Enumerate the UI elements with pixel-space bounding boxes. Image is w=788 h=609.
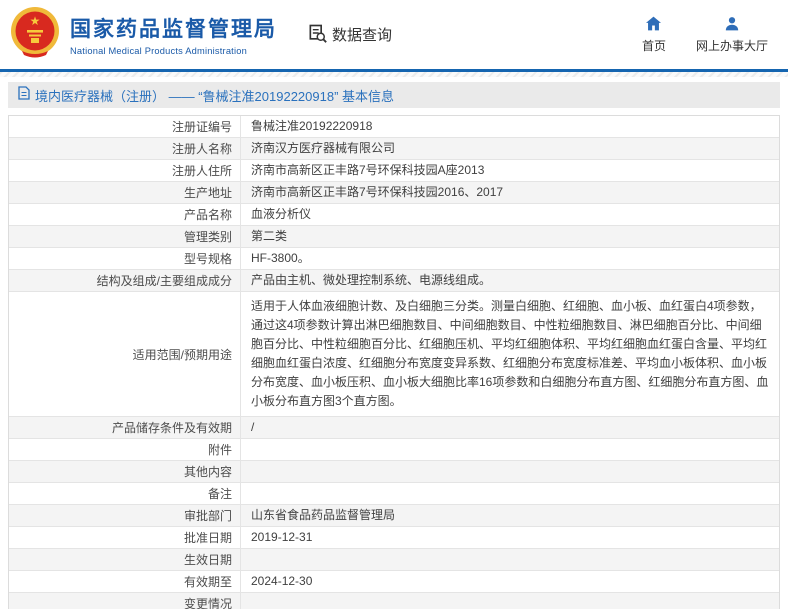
page-title: 境内医疗器械（注册） —— “鲁械注准20192220918” 基本信息 — [35, 86, 394, 105]
row-value: 山东省食品药品监督管理局 — [240, 505, 779, 526]
table-row: 备注 — [9, 483, 779, 505]
table-row: 有效期至 2024-12-30 — [9, 571, 779, 593]
row-value: 第二类 — [240, 226, 779, 247]
row-label: 适用范围/预期用途 — [9, 292, 240, 416]
row-label: 结构及组成/主要组成成分 — [9, 270, 240, 291]
data-query-tab[interactable]: 数据查询 — [307, 23, 392, 47]
table-row: 附件 — [9, 439, 779, 461]
row-value: 血液分析仪 — [240, 204, 779, 225]
table-row: 生效日期 — [9, 549, 779, 571]
row-value: 济南市高新区正丰路7号环保科技园A座2013 — [240, 160, 779, 181]
row-label: 批准日期 — [9, 527, 240, 548]
org-title-block: 国家药品监督管理局 National Medical Products Admi… — [70, 13, 277, 56]
row-label: 产品名称 — [9, 204, 240, 225]
table-row: 其他内容 — [9, 461, 779, 483]
nav-home-label: 首页 — [642, 37, 666, 54]
nav-hall-label: 网上办事大厅 — [696, 37, 768, 54]
row-value — [240, 593, 779, 609]
row-label: 型号规格 — [9, 248, 240, 269]
row-value — [240, 549, 779, 570]
document-icon — [18, 86, 30, 105]
row-label: 生效日期 — [9, 549, 240, 570]
row-value: 2019-12-31 — [240, 527, 779, 548]
row-label: 管理类别 — [9, 226, 240, 247]
data-query-label: 数据查询 — [332, 24, 392, 45]
site-header: ★ 国家药品监督管理局 National Medical Products Ad… — [0, 0, 788, 72]
national-emblem-logo: ★ — [8, 5, 62, 64]
row-label: 有效期至 — [9, 571, 240, 592]
row-value: 2024-12-30 — [240, 571, 779, 592]
row-value — [240, 483, 779, 504]
row-label: 生产地址 — [9, 182, 240, 203]
org-name-en: National Medical Products Administration — [70, 46, 277, 56]
row-label: 注册人住所 — [9, 160, 240, 181]
row-value: 济南市高新区正丰路7号环保科技园2016、2017 — [240, 182, 779, 203]
table-row: 结构及组成/主要组成成分 产品由主机、微处理控制系统、电源线组成。 — [9, 270, 779, 292]
home-icon — [645, 16, 662, 34]
table-row: 注册证编号 鲁械注准20192220918 — [9, 116, 779, 138]
table-row: 产品储存条件及有效期 / — [9, 417, 779, 439]
row-label: 审批部门 — [9, 505, 240, 526]
table-row: 产品名称 血液分析仪 — [9, 204, 779, 226]
row-value: 产品由主机、微处理控制系统、电源线组成。 — [240, 270, 779, 291]
row-label: 其他内容 — [9, 461, 240, 482]
org-name-cn: 国家药品监督管理局 — [70, 13, 277, 43]
row-value: / — [240, 417, 779, 438]
table-row: 型号规格 HF-3800。 — [9, 248, 779, 270]
row-label: 注册证编号 — [9, 116, 240, 137]
table-row: 注册人名称 济南汉方医疗器械有限公司 — [9, 138, 779, 160]
table-row: 批准日期 2019-12-31 — [9, 527, 779, 549]
table-row-intended-use: 适用范围/预期用途 适用于人体血液细胞计数、及白细胞三分类。测量白细胞、红细胞、… — [9, 292, 779, 417]
row-value — [240, 439, 779, 460]
table-row: 管理类别 第二类 — [9, 226, 779, 248]
nav-online-hall[interactable]: 网上办事大厅 — [696, 16, 768, 54]
row-value: 鲁械注准20192220918 — [240, 116, 779, 137]
decorative-stripe-band — [0, 72, 788, 77]
nav-home[interactable]: 首页 — [642, 16, 666, 54]
table-row: 生产地址 济南市高新区正丰路7号环保科技园2016、2017 — [9, 182, 779, 204]
row-label: 注册人名称 — [9, 138, 240, 159]
row-value: 济南汉方医疗器械有限公司 — [240, 138, 779, 159]
user-icon — [724, 16, 740, 34]
row-value: 适用于人体血液细胞计数、及白细胞三分类。测量白细胞、红细胞、血小板、血红蛋白4项… — [240, 292, 779, 416]
table-row: 变更情况 — [9, 593, 779, 609]
row-label: 变更情况 — [9, 593, 240, 609]
row-label: 附件 — [9, 439, 240, 460]
row-label: 产品储存条件及有效期 — [9, 417, 240, 438]
document-search-icon — [307, 23, 327, 47]
header-nav: 首页 网上办事大厅 — [642, 16, 768, 54]
row-value: HF-3800。 — [240, 248, 779, 269]
section-title-bar: 境内医疗器械（注册） —— “鲁械注准20192220918” 基本信息 — [8, 82, 780, 108]
registration-detail-table: 注册证编号 鲁械注准20192220918 注册人名称 济南汉方医疗器械有限公司… — [8, 115, 780, 609]
row-value — [240, 461, 779, 482]
table-row: 审批部门 山东省食品药品监督管理局 — [9, 505, 779, 527]
table-row: 注册人住所 济南市高新区正丰路7号环保科技园A座2013 — [9, 160, 779, 182]
svg-text:★: ★ — [30, 14, 41, 28]
row-label: 备注 — [9, 483, 240, 504]
